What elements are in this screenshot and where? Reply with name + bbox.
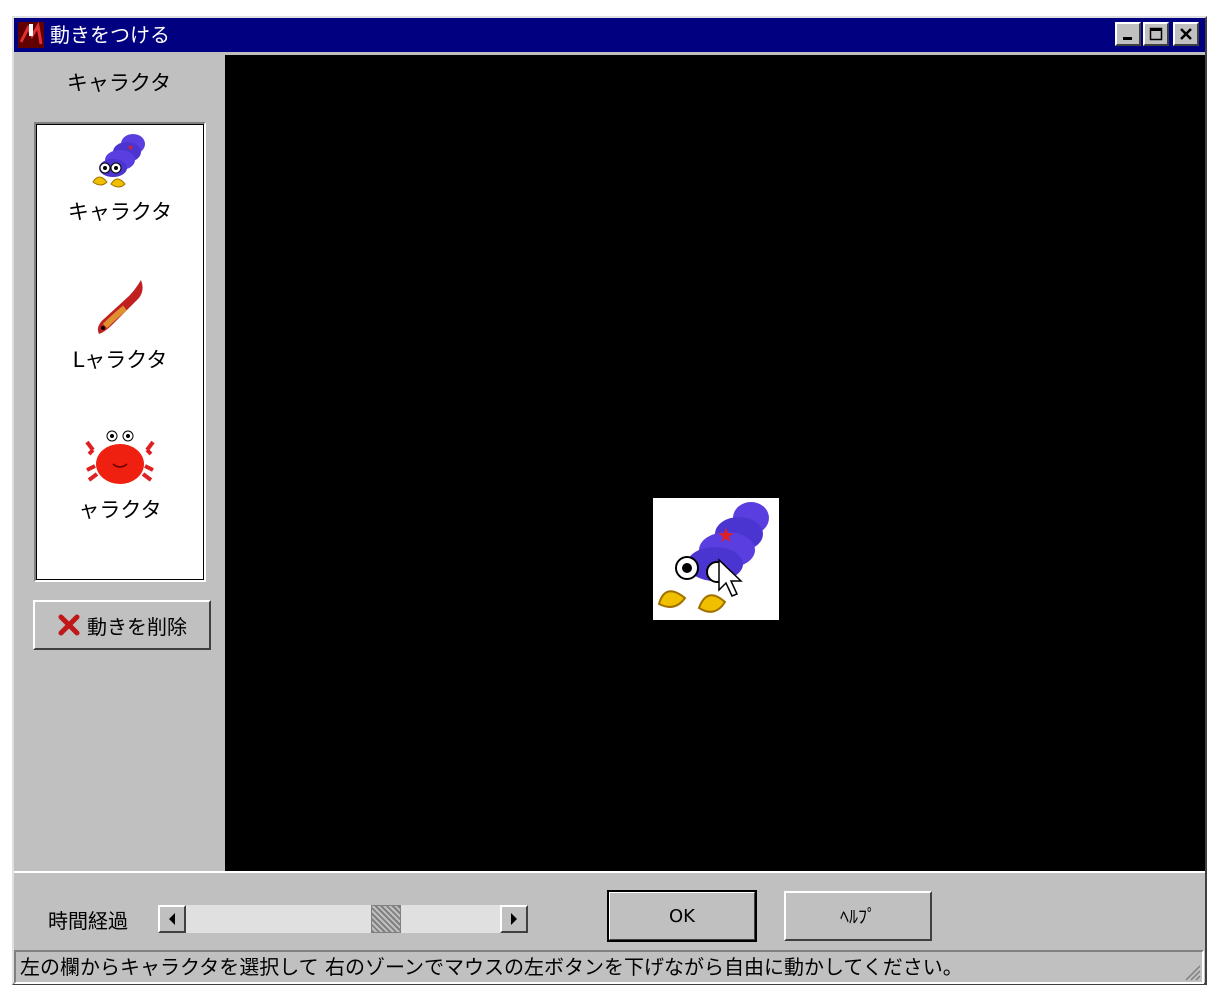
resize-grip-icon[interactable]: [1180, 960, 1202, 982]
character-item-fish[interactable]: Lャラクタ: [36, 276, 204, 374]
character-panel-title: キャラクタ: [66, 71, 172, 95]
maximize-icon: [1149, 27, 1163, 41]
left-arrow-icon: [169, 913, 175, 925]
minimize-icon: [1123, 37, 1132, 40]
red-fish-icon: [97, 280, 143, 334]
svg-text:★: ★: [717, 523, 735, 547]
close-icon: [1180, 28, 1192, 40]
maximize-button[interactable]: [1143, 22, 1169, 46]
status-text: 左の欄からキャラクタを選択して 右のゾーンでマウスの左ボタンを下げながら自由に動…: [20, 955, 963, 979]
status-bar: 左の欄からキャラクタを選択して 右のゾーンでマウスの左ボタンを下げながら自由に動…: [14, 950, 1204, 984]
slider-right-button[interactable]: [500, 905, 528, 933]
delete-motion-label: 動きを削除: [87, 614, 187, 639]
time-elapsed-label: 時間経過: [48, 909, 128, 933]
delete-motion-button[interactable]: 動きを削除: [33, 600, 211, 650]
right-arrow-icon: [511, 913, 517, 925]
window-controls: [1115, 22, 1199, 46]
character-panel: キャラクタ ★ キャラクタ Lャラクタ ャラクタ 動きを削除: [14, 55, 224, 871]
animation-window: 動きをつける キャラクタ ★ キャラクタ Lャラクタ ャラクタ 動きを削除 ★ …: [12, 16, 1207, 985]
ok-button[interactable]: OK: [607, 890, 757, 942]
slider-thumb[interactable]: [370, 905, 401, 933]
window-title: 動きをつける: [50, 23, 170, 47]
character-label: キャラクタ: [67, 200, 173, 224]
bottom-controls: 時間経過 OK ﾍﾙﾌﾟ: [14, 871, 1205, 951]
motion-canvas[interactable]: ★: [225, 55, 1205, 871]
character-item-crab[interactable]: ャラクタ: [36, 426, 204, 524]
app-icon: [18, 22, 44, 48]
slider-left-button[interactable]: [158, 905, 186, 933]
character-label: Lャラクタ: [72, 348, 168, 372]
time-slider[interactable]: [158, 905, 528, 933]
help-button[interactable]: ﾍﾙﾌﾟ: [784, 891, 932, 941]
delete-x-icon: [58, 614, 80, 636]
title-bar[interactable]: 動きをつける: [14, 18, 1205, 52]
character-label: ャラクタ: [78, 498, 162, 522]
close-button[interactable]: [1173, 22, 1199, 46]
minimize-button[interactable]: [1115, 22, 1141, 46]
character-item-hermit-crab[interactable]: ★ キャラクタ: [36, 128, 204, 226]
purple-hermit-crab-icon: ★: [92, 134, 145, 188]
red-crab-icon: [85, 430, 155, 484]
svg-text:★: ★: [127, 143, 134, 152]
character-list[interactable]: ★ キャラクタ Lャラクタ ャラクタ: [34, 122, 206, 582]
placed-character[interactable]: ★: [653, 498, 779, 620]
purple-hermit-crab-icon: ★: [657, 502, 769, 613]
